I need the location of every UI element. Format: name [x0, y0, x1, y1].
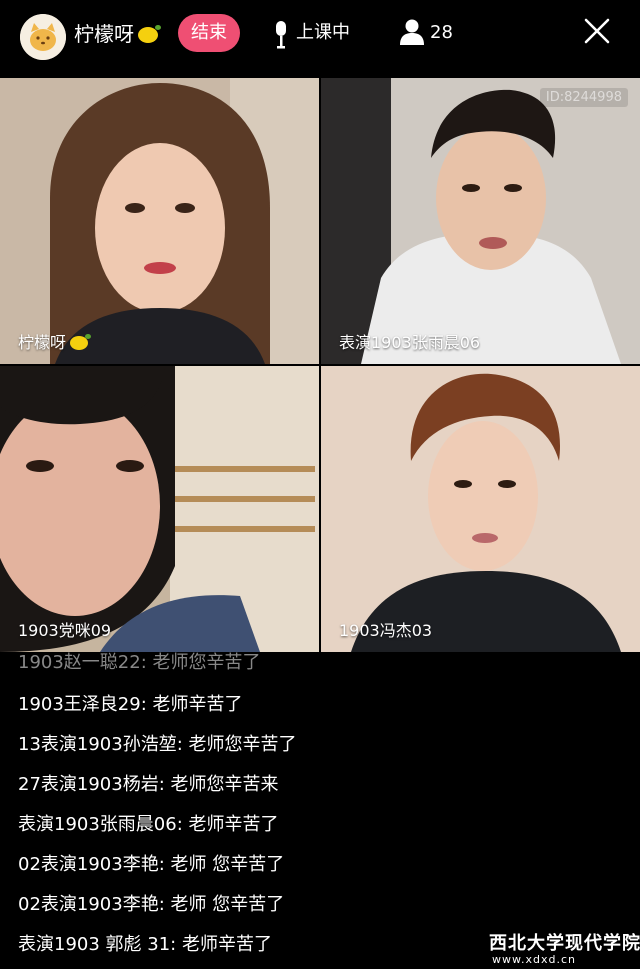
lemon-emoji-icon [138, 25, 161, 43]
chat-message: 13表演1903孙浩堃: 老师您辛苦了 [18, 734, 297, 755]
chat-message: 表演1903张雨晨06: 老师辛苦了 [18, 814, 279, 835]
close-icon[interactable] [582, 16, 612, 46]
person-icon [400, 19, 424, 45]
chat-message: 1903赵一聪22: 老师您辛苦了 [18, 652, 261, 673]
chat-message: 27表演1903杨岩: 老师您辛苦来 [18, 774, 279, 795]
host-name-text: 柠檬呀 [74, 22, 134, 46]
top-bar: 柠檬呀 结束 上课中 28 [0, 0, 640, 76]
tile-label: 1903冯杰03 [339, 621, 433, 640]
student-video-feed [321, 366, 640, 652]
student-video-feed [0, 366, 319, 652]
video-grid: 柠檬呀 ID:8244998 表演1903张雨晨06 1903党咪09 1903… [0, 78, 640, 652]
school-watermark-name: 西北大学现代学院 [489, 933, 640, 954]
tile-label: 柠檬呀 [18, 332, 92, 354]
chat-message-list[interactable]: 1903赵一聪22: 老师您辛苦了 1903王泽良29: 老师辛苦了 13表演1… [0, 652, 640, 969]
avatar-cat-icon [20, 14, 66, 60]
video-tile-student[interactable]: 1903冯杰03 [321, 366, 640, 652]
host-video-feed [0, 78, 319, 364]
chat-message: 1903王泽良29: 老师辛苦了 [18, 694, 243, 715]
tile-label-text: 柠檬呀 [18, 333, 67, 352]
id-watermark: ID:8244998 [539, 88, 628, 107]
class-status-label: 上课中 [296, 22, 350, 43]
video-tile-student[interactable]: 1903党咪09 [0, 366, 319, 652]
student-video-feed [321, 78, 640, 364]
tile-label: 1903党咪09 [18, 621, 112, 640]
end-class-button[interactable]: 结束 [178, 14, 240, 52]
chat-message: 表演1903 郭彪 31: 老师辛苦了 [18, 934, 272, 955]
chat-message: 02表演1903李艳: 老师 您辛苦了 [18, 854, 285, 875]
microphone-icon [276, 21, 286, 49]
school-watermark-url: www.xdxd.cn [492, 953, 576, 966]
lemon-emoji-icon [70, 334, 92, 350]
viewer-count: 28 [430, 22, 453, 43]
host-avatar[interactable] [20, 14, 66, 60]
host-name: 柠檬呀 [74, 20, 161, 48]
video-tile-host[interactable]: 柠檬呀 [0, 78, 319, 364]
tile-label: 表演1903张雨晨06 [339, 333, 481, 352]
video-tile-student[interactable]: ID:8244998 表演1903张雨晨06 [321, 78, 640, 364]
chat-message: 02表演1903李艳: 老师 您辛苦了 [18, 894, 285, 915]
